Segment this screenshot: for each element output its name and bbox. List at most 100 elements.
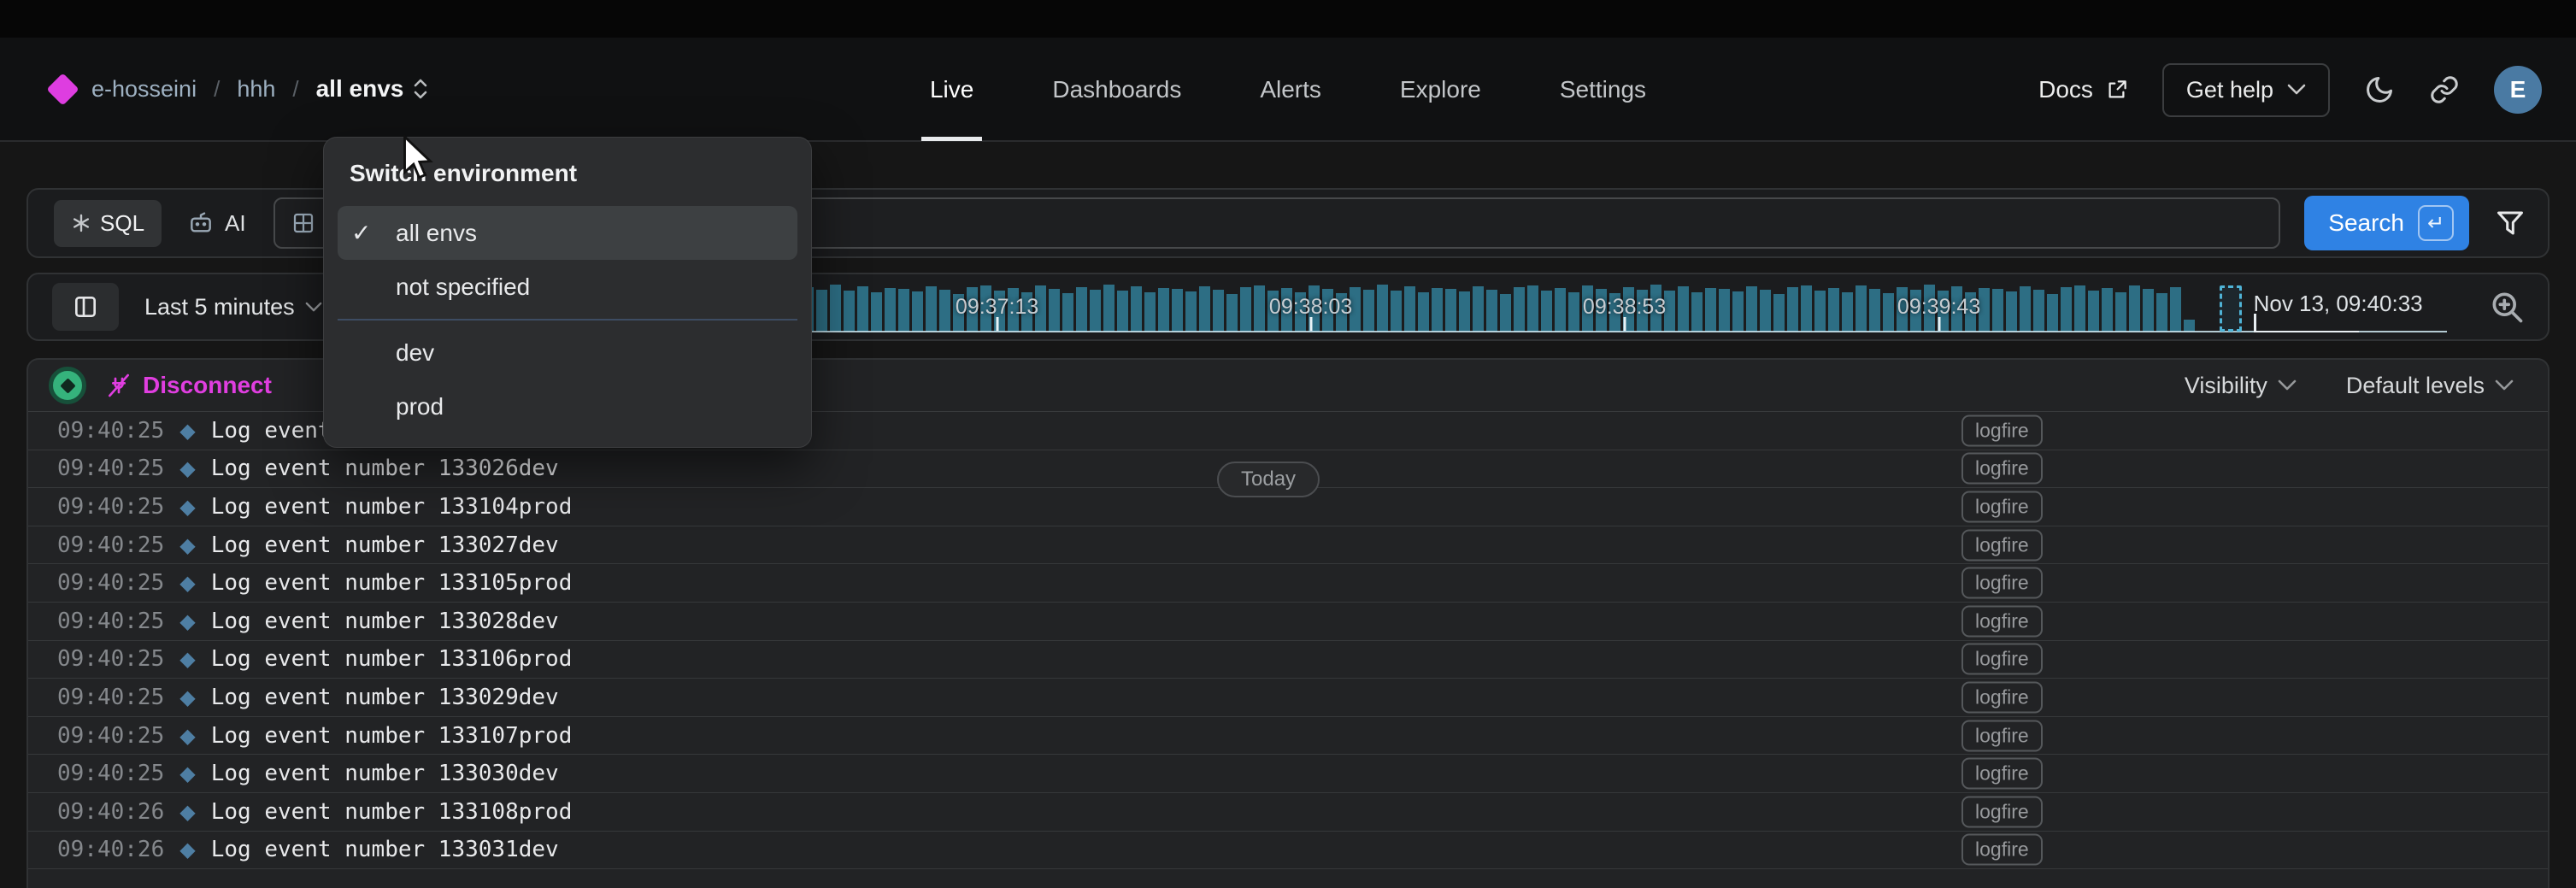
log-level-diamond-icon: ◆ <box>179 838 195 862</box>
histogram-bar <box>1144 292 1156 332</box>
funnel-icon <box>2495 208 2526 238</box>
histogram-bar <box>1076 287 1087 332</box>
log-timestamp: 09:40:25 <box>57 494 164 520</box>
sql-mode-button[interactable]: SQL <box>54 200 162 247</box>
time-range-label: Last 5 minutes <box>144 294 295 321</box>
enter-key-badge: ↵ <box>2418 205 2454 241</box>
log-row[interactable]: 09:40:25◆Log event number 133107prodlogf… <box>28 717 2548 756</box>
env-option-prod[interactable]: prod <box>338 379 797 433</box>
environment-dropdown-menu: Switch environment ✓all envsnot specifie… <box>323 137 812 448</box>
histogram-bar <box>1814 291 1826 332</box>
log-message: Log event number 133106prod <box>211 646 573 672</box>
environment-selector[interactable]: all envs <box>316 75 430 103</box>
histogram-bar <box>2102 288 2113 332</box>
histogram-bar <box>1459 291 1470 332</box>
histogram-bar <box>1773 294 1785 332</box>
scope-badge: logfire <box>1961 529 2043 561</box>
env-option-dev[interactable]: dev <box>338 326 797 379</box>
histogram-bar <box>2143 289 2154 332</box>
now-timestamp-label: Nov 13, 09:40:33 <box>2254 291 2423 317</box>
log-level-diamond-icon: ◆ <box>179 762 195 785</box>
env-option-all-envs[interactable]: ✓all envs <box>338 206 797 260</box>
tab-explore[interactable]: Explore <box>1400 38 1481 141</box>
tab-live[interactable]: Live <box>930 38 973 141</box>
log-timestamp: 09:40:25 <box>57 570 164 596</box>
log-level-diamond-icon: ◆ <box>179 685 195 709</box>
log-timestamp: 09:40:25 <box>57 418 164 444</box>
log-row[interactable]: 09:40:25◆Log event number 133028devlogfi… <box>28 603 2548 641</box>
visibility-dropdown[interactable]: Visibility <box>2185 373 2297 399</box>
breadcrumb-project[interactable]: hhh <box>237 76 275 103</box>
chevron-down-icon <box>2287 84 2306 96</box>
histogram-bar <box>830 285 841 332</box>
histogram-bar <box>1131 286 1142 332</box>
live-core-diamond <box>60 378 75 393</box>
log-message: Log event number 133108prod <box>211 799 573 825</box>
ai-mode-button[interactable]: AI <box>187 209 246 237</box>
time-range-selector[interactable]: Last 5 minutes <box>144 294 322 321</box>
default-levels-label: Default levels <box>2346 373 2485 399</box>
histogram-bar <box>1732 291 1744 332</box>
histogram-bar <box>1404 286 1415 332</box>
environment-options: ✓all envsnot specified dev prod <box>324 206 811 433</box>
log-row[interactable]: 09:40:25◆Log event number 133027devlogfi… <box>28 526 2548 565</box>
zoom-in-button[interactable] <box>2488 288 2526 326</box>
histogram-bar <box>1363 290 1374 332</box>
histogram-bar <box>1049 289 1060 332</box>
histogram-bar <box>1568 292 1579 332</box>
tab-alerts[interactable]: Alerts <box>1260 38 1321 141</box>
log-row[interactable]: 09:40:25◆Log event number 133030devlogfi… <box>28 755 2548 793</box>
tab-dashboards[interactable]: Dashboards <box>1052 38 1181 141</box>
log-timestamp: 09:40:25 <box>57 456 164 481</box>
histogram-bar <box>1514 287 1525 332</box>
breadcrumb-separator: / <box>214 76 220 103</box>
scope-badge: logfire <box>1961 567 2043 599</box>
x-axis-tick-label: 09:38:03 <box>1269 295 1352 320</box>
histogram-bar <box>2129 285 2140 332</box>
log-level-diamond-icon: ◆ <box>179 724 195 748</box>
x-axis-tick-label: 09:38:53 <box>1583 295 1666 320</box>
sidebar-toggle-button[interactable] <box>52 283 119 331</box>
theme-toggle-button[interactable] <box>2364 74 2395 105</box>
histogram-bar <box>1500 294 1511 332</box>
histogram-bar <box>1541 291 1552 332</box>
tab-settings[interactable]: Settings <box>1560 38 1646 141</box>
log-row[interactable]: 09:40:25◆Log event number 133029devlogfi… <box>28 679 2548 717</box>
disconnect-label: Disconnect <box>143 372 272 399</box>
histogram-bar <box>2074 285 2085 332</box>
default-levels-dropdown[interactable]: Default levels <box>2346 373 2514 399</box>
log-message: Log event <box>211 418 332 444</box>
avatar[interactable]: E <box>2494 66 2542 114</box>
x-axis-tick-mark <box>1309 317 1312 331</box>
log-timestamp: 09:40:25 <box>57 532 164 558</box>
log-message: Log event number 133030dev <box>211 761 559 786</box>
filter-button[interactable] <box>2495 208 2526 238</box>
histogram-bar <box>1746 286 1757 332</box>
breadcrumb-org[interactable]: e-hosseini <box>91 76 197 103</box>
avatar-initial: E <box>2510 76 2526 103</box>
get-help-button[interactable]: Get help <box>2162 63 2330 117</box>
histogram-bar <box>939 290 950 332</box>
histogram-bar <box>2061 287 2072 332</box>
robot-icon <box>187 209 215 237</box>
histogram-bar <box>926 286 937 332</box>
link-icon <box>2429 74 2460 105</box>
log-level-diamond-icon: ◆ <box>179 456 195 480</box>
share-link-button[interactable] <box>2429 74 2460 105</box>
disconnect-button[interactable]: Disconnect <box>105 372 272 399</box>
log-row[interactable]: 09:40:25◆Log event number 133106prodlogf… <box>28 641 2548 679</box>
log-row[interactable]: 09:40:25◆Log event number 133105prodlogf… <box>28 564 2548 603</box>
docs-link[interactable]: Docs <box>2038 76 2128 103</box>
log-level-diamond-icon: ◆ <box>179 800 195 824</box>
histogram-bar <box>1213 290 1224 332</box>
env-option-label: dev <box>396 339 434 367</box>
env-option-not-specified[interactable]: not specified <box>338 260 797 314</box>
search-button[interactable]: Search ↵ <box>2304 196 2469 250</box>
log-row[interactable]: 09:40:26◆Log event number 133031devlogfi… <box>28 832 2548 870</box>
fields-grid-icon <box>291 210 316 236</box>
log-row[interactable]: 09:40:26◆Log event number 133108prodlogf… <box>28 793 2548 832</box>
breadcrumb-separator: / <box>292 76 298 103</box>
logfire-logo-icon[interactable] <box>46 73 79 105</box>
split-panel-icon <box>72 293 99 321</box>
log-toolbar-right: Visibility Default levels <box>2185 373 2514 399</box>
